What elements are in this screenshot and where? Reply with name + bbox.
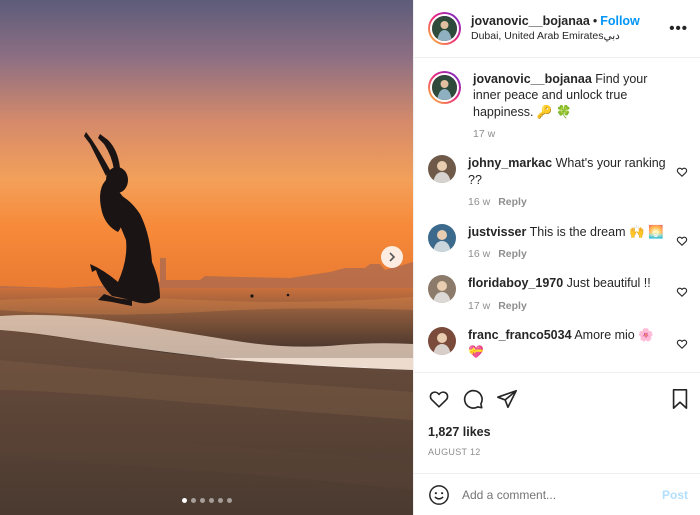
comment-text: This is the dream 🙌 🌅	[529, 224, 664, 239]
post-side-panel: jovanovic__bojanaa • Follow Dubai, United …	[413, 0, 700, 515]
emoji-smiley-icon[interactable]	[428, 484, 450, 506]
reply-button[interactable]: Reply	[498, 196, 527, 208]
author-username[interactable]: jovanovic__bojanaa	[471, 14, 590, 28]
like-heart-icon[interactable]	[428, 388, 450, 410]
instagram-post-dialog: jovanovic__bojanaa • Follow Dubai, United …	[0, 0, 700, 515]
comment-age: 17 w	[468, 299, 491, 312]
comment-like-button[interactable]	[676, 337, 688, 355]
commenter-avatar[interactable]	[428, 275, 456, 304]
commenter-avatar[interactable]	[428, 223, 456, 252]
likes-count[interactable]: 1,827 likes	[428, 425, 690, 439]
carousel-next-button[interactable]	[381, 246, 403, 268]
reply-button[interactable]: Reply	[498, 248, 527, 260]
comment-like-icon[interactable]	[676, 338, 688, 350]
comment-bubble-icon[interactable]	[462, 388, 484, 410]
commenter-avatar[interactable]	[428, 327, 456, 356]
sunset-beach-photo	[0, 0, 413, 515]
carousel-dot	[181, 498, 187, 503]
share-plane-icon[interactable]	[496, 388, 518, 410]
carousel-dot	[217, 498, 223, 503]
carousel-dot	[199, 498, 205, 503]
author-avatar[interactable]	[428, 12, 461, 45]
comment-like-button[interactable]	[676, 285, 688, 303]
comment-like-button[interactable]	[676, 234, 688, 252]
carousel-dot	[190, 498, 196, 503]
commenter-username[interactable]: floridaboy_1970	[468, 276, 563, 290]
commenter-avatar-image	[428, 223, 456, 252]
add-comment-bar: Post	[414, 473, 700, 515]
comment-age: 16 w	[468, 247, 491, 260]
comments-list[interactable]: jovanovic__bojanaa Find your inner peace…	[414, 59, 700, 372]
post-actions: 1,827 likes AUGUST 12	[414, 372, 700, 472]
commenter-username[interactable]: franc_franco5034	[468, 328, 572, 342]
caption-row: jovanovic__bojanaa Find your inner peace…	[428, 71, 688, 141]
caption-username[interactable]: jovanovic__bojanaa	[473, 72, 592, 86]
commenter-username[interactable]: johny_markac	[468, 156, 552, 170]
caption-author-avatar[interactable]	[428, 71, 461, 104]
chevron-right-icon	[389, 252, 396, 262]
caption-age: 17 w	[473, 127, 496, 140]
comment-text: Just beautiful !!	[566, 276, 651, 291]
post-comment-button[interactable]: Post	[662, 488, 688, 502]
carousel-indicator	[0, 498, 413, 503]
caption-avatar-image	[432, 75, 457, 100]
comment-row: johny_markac What's your ranking ?? 16 wR…	[428, 155, 688, 209]
separator-dot: •	[592, 14, 598, 29]
comment-row: franc_franco5034 Amore mio 🌸 💝	[428, 327, 688, 360]
comment-like-icon[interactable]	[676, 235, 688, 247]
commenter-avatar-image	[428, 275, 456, 304]
more-options-icon[interactable]: •••	[668, 20, 688, 37]
carousel-dot	[226, 498, 232, 503]
comment-row: justvisser This is the dream 🙌 🌅 16 w Repl…	[428, 223, 688, 262]
comment-like-icon[interactable]	[676, 166, 688, 178]
commenter-avatar-image	[428, 155, 456, 184]
commenter-avatar-image	[428, 327, 456, 356]
post-header: jovanovic__bojanaa • Follow Dubai, United …	[414, 0, 700, 58]
comment-like-button[interactable]	[676, 165, 688, 183]
reply-button[interactable]: Reply	[498, 300, 527, 312]
comment-input[interactable]	[462, 487, 662, 502]
commenter-avatar[interactable]	[428, 155, 456, 184]
post-media[interactable]	[0, 0, 413, 515]
carousel-dot	[208, 498, 214, 503]
comment-like-icon[interactable]	[676, 286, 688, 298]
post-location[interactable]: Dubai, United Arab Emiratesدبي	[471, 30, 668, 43]
comment-age: 16 w	[468, 195, 491, 208]
bookmark-save-icon[interactable]	[670, 388, 690, 410]
follow-button[interactable]: Follow	[600, 14, 640, 28]
comment-row: floridaboy_1970 Just beautiful !! 17 w Rep…	[428, 275, 688, 313]
commenter-username[interactable]: justvisser	[468, 225, 526, 239]
post-date: AUGUST 12	[428, 447, 481, 457]
author-avatar-image	[432, 16, 457, 41]
